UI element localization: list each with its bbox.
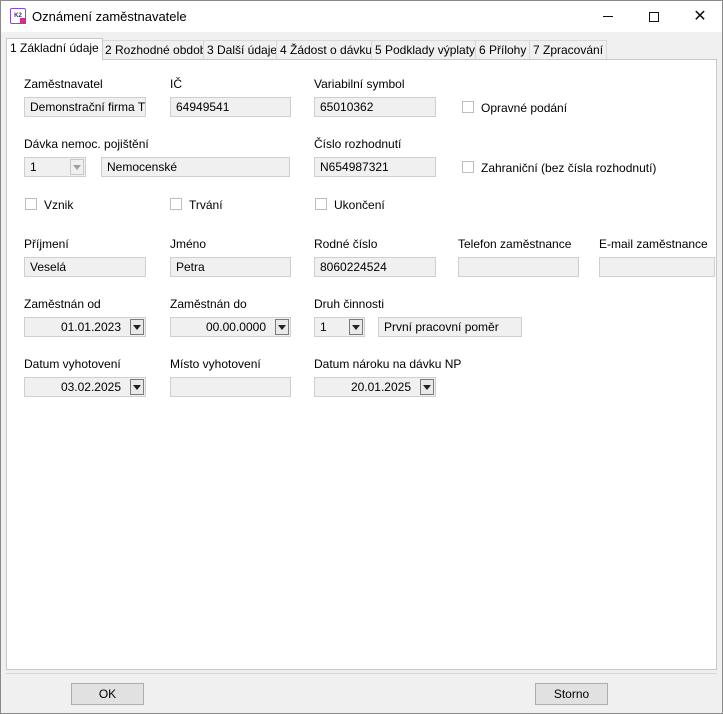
surname-label: Příjmení (24, 237, 69, 251)
email-field[interactable] (599, 257, 715, 277)
maximize-button[interactable] (631, 1, 677, 32)
cancel-button[interactable]: Storno (535, 683, 608, 705)
employed-to-date-picker[interactable]: 00.00.0000 (170, 317, 291, 337)
employed-to-label: Zaměstnán do (170, 297, 247, 311)
benefit-name-field: Nemocenské (101, 157, 290, 177)
employer-label: Zaměstnavatel (24, 77, 103, 91)
employer-field[interactable]: Demonstrační firma Trad (24, 97, 146, 117)
activity-type-select[interactable]: 1 (314, 317, 365, 337)
termination-label: Ukončení (334, 198, 385, 212)
first-name-label: Jméno (170, 237, 207, 251)
tab-strip: 1 Základní údaje 2 Rozhodné období 3 Dal… (6, 38, 717, 60)
benefit-dropdown-chevron-down-icon[interactable] (70, 159, 84, 175)
ico-label: IČ (170, 77, 182, 91)
variable-symbol-field[interactable]: 65010362 (314, 97, 436, 117)
minimize-icon (603, 16, 613, 17)
tab-dalsi-udaje[interactable]: 3 Další údaje (203, 40, 282, 59)
activity-type-chevron-down-icon[interactable] (349, 319, 363, 335)
foreign-checkbox[interactable] (462, 161, 474, 173)
entitlement-date-value: 20.01.2025 (350, 380, 411, 394)
app-logo-icon: K2 (10, 8, 26, 24)
ico-field[interactable]: 64949541 (170, 97, 291, 117)
employed-from-chevron-down-icon[interactable] (130, 319, 144, 335)
issue-place-field[interactable] (170, 377, 291, 397)
birth-number-field[interactable]: 8060224524 (314, 257, 436, 277)
decision-number-field[interactable]: N654987321 (314, 157, 436, 177)
tab-rozhodne-obdobi[interactable]: 2 Rozhodné období (101, 40, 214, 59)
birth-number-label: Rodné číslo (314, 237, 378, 251)
origin-checkbox[interactable] (25, 198, 37, 210)
tab-zpracovani[interactable]: 7 Zpracování (529, 40, 608, 59)
employed-from-date-picker[interactable]: 01.01.2023 (24, 317, 146, 337)
entitlement-date-chevron-down-icon[interactable] (420, 379, 434, 395)
dialog-window: K2 Oznámení zaměstnavatele ✕ 1 Základní … (0, 0, 723, 714)
benefit-label: Dávka nemoc. pojištění (24, 137, 149, 151)
tab-zadost-o-davku[interactable]: 4 Žádost o dávku (276, 40, 377, 59)
surname-field[interactable]: Veselá (24, 257, 146, 277)
activity-type-name-field: První pracovní poměr (378, 317, 522, 337)
activity-type-code: 1 (320, 320, 327, 334)
window-title: Oznámení zaměstnavatele (32, 9, 187, 24)
origin-label: Vznik (44, 198, 74, 212)
issue-place-label: Místo vyhotovení (170, 357, 261, 371)
benefit-code-value: 1 (30, 160, 37, 174)
duration-checkbox[interactable] (170, 198, 182, 210)
minimize-button[interactable] (585, 1, 631, 32)
issue-date-chevron-down-icon[interactable] (130, 379, 144, 395)
first-name-field[interactable]: Petra (170, 257, 291, 277)
title-bar: K2 Oznámení zaměstnavatele ✕ (1, 1, 722, 32)
phone-field[interactable] (458, 257, 579, 277)
issue-date-label: Datum vyhotovení (24, 357, 121, 371)
ok-button[interactable]: OK (71, 683, 144, 705)
employed-to-value: 00.00.0000 (205, 320, 266, 334)
benefit-code-select[interactable]: 1 (24, 157, 86, 177)
termination-checkbox[interactable] (315, 198, 327, 210)
footer-divider (6, 673, 717, 674)
tab-prilohy[interactable]: 6 Přílohy (475, 40, 531, 59)
tab-zakladni-udaje[interactable]: 1 Základní údaje (6, 38, 103, 60)
issue-date-value: 03.02.2025 (60, 380, 121, 394)
entitlement-date-picker[interactable]: 20.01.2025 (314, 377, 436, 397)
duration-label: Trvání (189, 198, 223, 212)
maximize-icon (649, 11, 659, 22)
employed-to-chevron-down-icon[interactable] (275, 319, 289, 335)
foreign-label: Zahraniční (bez čísla rozhodnutí) (481, 161, 657, 175)
email-label: E-mail zaměstnance (599, 237, 708, 251)
tab-podklady-vyplaty[interactable]: 5 Podklady výplaty (371, 40, 480, 59)
issue-date-picker[interactable]: 03.02.2025 (24, 377, 146, 397)
corrective-filing-checkbox[interactable] (462, 101, 474, 113)
decision-number-label: Číslo rozhodnutí (314, 137, 402, 151)
employed-from-label: Zaměstnán od (24, 297, 101, 311)
entitlement-date-label: Datum nároku na dávku NP (314, 357, 462, 371)
employed-from-value: 01.01.2023 (60, 320, 121, 334)
close-icon: ✕ (693, 7, 707, 25)
corrective-filing-label: Opravné podání (481, 101, 568, 115)
close-button[interactable]: ✕ (677, 1, 723, 32)
phone-label: Telefon zaměstnance (458, 237, 572, 251)
activity-type-label: Druh činnosti (314, 297, 385, 311)
variable-symbol-label: Variabilní symbol (314, 77, 405, 91)
